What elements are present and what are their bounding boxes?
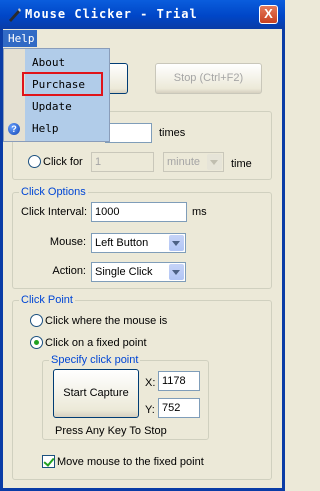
menu-item-help[interactable]: Help — [32, 122, 59, 135]
interval-label: Click Interval: — [21, 206, 88, 218]
where-mouse-radio[interactable] — [30, 314, 43, 327]
times-input[interactable] — [105, 123, 152, 143]
click-for-label: Click for — [43, 156, 83, 168]
action-select[interactable]: Single Click — [91, 262, 186, 282]
mouse-select[interactable]: Left Button — [91, 233, 186, 253]
menu-help[interactable]: Help — [3, 30, 37, 47]
close-button[interactable]: X — [259, 5, 278, 24]
app-icon — [9, 8, 21, 22]
action-label: Action: — [52, 265, 86, 277]
chevron-down-icon — [169, 264, 184, 280]
times-label: times — [159, 127, 186, 139]
click-options-title: Click Options — [19, 186, 88, 199]
capture-hint: Press Any Key To Stop — [55, 425, 167, 437]
window-title: Mouse Clicker - Trial — [25, 7, 198, 21]
unit-select-value: minute — [167, 156, 201, 168]
x-input[interactable]: 1178 — [158, 371, 200, 391]
action-select-value: Single Click — [95, 266, 153, 278]
question-icon: ? — [8, 123, 20, 135]
click-for-radio[interactable] — [28, 155, 41, 168]
move-mouse-checkbox[interactable] — [42, 455, 55, 468]
menu-item-about[interactable]: About — [32, 56, 65, 69]
click-point-title: Click Point — [19, 294, 75, 307]
stop-button[interactable]: Stop (Ctrl+F2) — [155, 63, 262, 94]
stop-button-label: Stop (Ctrl+F2) — [173, 72, 244, 84]
menu-bar — [0, 29, 285, 47]
y-input[interactable]: 752 — [158, 398, 200, 418]
start-capture-button[interactable]: Start Capture — [53, 369, 139, 418]
fixed-point-radio[interactable] — [30, 336, 43, 349]
unit-select[interactable]: minute — [163, 152, 224, 172]
specify-point-title: Specify click point — [49, 354, 141, 367]
start-capture-label: Start Capture — [63, 387, 129, 399]
interval-input[interactable]: 1000 — [91, 202, 187, 222]
mouse-label: Mouse: — [49, 236, 86, 248]
mouse-select-value: Left Button — [95, 237, 149, 249]
interval-unit: ms — [192, 206, 207, 218]
where-mouse-label: Click where the mouse is — [45, 315, 168, 327]
chevron-down-icon — [169, 235, 184, 251]
purchase-highlight — [22, 72, 103, 96]
time-label: time — [231, 158, 252, 170]
move-mouse-label: Move mouse to the fixed point — [57, 456, 204, 468]
y-label: Y: — [145, 404, 155, 416]
click-for-input[interactable]: 1 — [91, 152, 154, 172]
chevron-down-icon — [207, 154, 222, 170]
title-bar[interactable]: Mouse Clicker - Trial X — [0, 0, 285, 29]
menu-item-update[interactable]: Update — [32, 100, 72, 113]
fixed-point-label: Click on a fixed point — [45, 337, 147, 349]
x-label: X: — [145, 377, 156, 389]
